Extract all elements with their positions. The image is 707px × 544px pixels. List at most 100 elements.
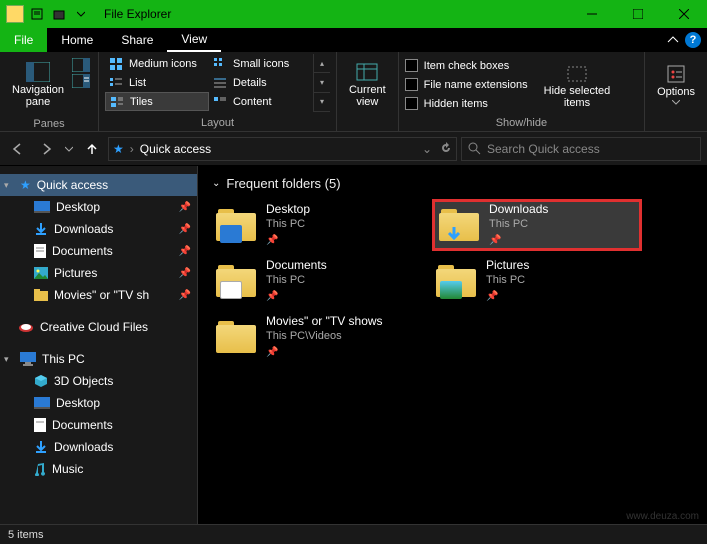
pictures-icon bbox=[34, 267, 48, 279]
check-item-check-boxes[interactable]: Item check boxes bbox=[405, 56, 528, 75]
qat-properties-icon[interactable] bbox=[26, 3, 48, 25]
small-icons-icon bbox=[213, 57, 227, 71]
chevron-right-icon: › bbox=[130, 142, 134, 156]
folder-icon bbox=[216, 319, 258, 355]
sidebar-item-pictures[interactable]: Pictures📌 bbox=[0, 262, 197, 284]
sidebar-item-downloads[interactable]: Downloads📌 bbox=[0, 218, 197, 240]
layout-scroll[interactable]: ▴▾▾ bbox=[313, 54, 330, 112]
sidebar-item-pc-downloads[interactable]: Downloads bbox=[0, 436, 197, 458]
help-button[interactable]: ? bbox=[685, 32, 701, 48]
pin-icon: 📌 bbox=[266, 233, 310, 248]
sidebar-item-this-pc[interactable]: ▾This PC bbox=[0, 348, 197, 370]
sidebar-item-pc-music[interactable]: Music bbox=[0, 458, 197, 480]
sidebar-item-movies[interactable]: Movies" or "TV sh📌 bbox=[0, 284, 197, 306]
tab-home[interactable]: Home bbox=[47, 28, 107, 52]
address-bar[interactable]: ★ › Quick access ⌄ bbox=[108, 137, 457, 161]
folder-tile-pictures[interactable]: PicturesThis PC📌 bbox=[432, 255, 642, 307]
qat-dropdown-icon[interactable] bbox=[70, 3, 92, 25]
folder-tile-desktop[interactable]: DesktopThis PC📌 bbox=[212, 199, 422, 251]
desktop-icon bbox=[34, 397, 50, 409]
window-title: File Explorer bbox=[104, 7, 171, 21]
layout-small-icons[interactable]: Small icons bbox=[209, 54, 313, 73]
options-icon bbox=[665, 64, 687, 84]
checkbox-icon bbox=[405, 78, 418, 91]
list-icon bbox=[109, 76, 123, 90]
layout-details[interactable]: Details bbox=[209, 73, 313, 92]
minimize-button[interactable] bbox=[569, 0, 615, 28]
folder-tile-documents[interactable]: DocumentsThis PC📌 bbox=[212, 255, 422, 307]
tab-share[interactable]: Share bbox=[107, 28, 167, 52]
this-pc-icon bbox=[20, 352, 36, 366]
current-view-button[interactable]: Current view bbox=[343, 54, 392, 115]
tab-file[interactable]: File bbox=[0, 28, 47, 52]
content-area: ⌄ Frequent folders (5) DesktopThis PC📌 D… bbox=[198, 166, 707, 524]
ribbon-tabs: File Home Share View ? bbox=[0, 28, 707, 52]
chevron-down-icon: ▾ bbox=[4, 354, 14, 365]
3d-objects-icon bbox=[34, 374, 48, 388]
downloads-icon bbox=[34, 440, 48, 454]
forward-button[interactable] bbox=[34, 137, 58, 161]
watermark: www.deuza.com bbox=[626, 511, 699, 522]
sidebar-item-3d-objects[interactable]: 3D Objects bbox=[0, 370, 197, 392]
sidebar-item-documents[interactable]: Documents📌 bbox=[0, 240, 197, 262]
collapse-ribbon-icon[interactable] bbox=[667, 34, 679, 46]
pin-icon: 📌 bbox=[179, 202, 191, 213]
nav-bar: ★ › Quick access ⌄ Search Quick access bbox=[0, 132, 707, 166]
layout-list[interactable]: List bbox=[105, 73, 209, 92]
layout-medium-icons[interactable]: Medium icons bbox=[105, 54, 209, 73]
checkbox-icon bbox=[405, 59, 418, 72]
pin-icon: 📌 bbox=[266, 345, 383, 360]
close-button[interactable] bbox=[661, 0, 707, 28]
ribbon: Navigation pane Panes Medium icons List … bbox=[0, 52, 707, 132]
sidebar-item-creative-cloud[interactable]: Creative Cloud Files bbox=[0, 316, 197, 338]
navigation-pane-button[interactable]: Navigation pane bbox=[6, 54, 70, 116]
app-icon[interactable] bbox=[4, 3, 26, 25]
maximize-button[interactable] bbox=[615, 0, 661, 28]
documents-icon bbox=[34, 418, 46, 432]
content-icon bbox=[213, 95, 227, 109]
tiles-icon bbox=[110, 95, 124, 109]
details-pane-button[interactable] bbox=[72, 74, 90, 88]
hide-icon bbox=[566, 65, 588, 83]
check-file-name-extensions[interactable]: File name extensions bbox=[405, 75, 528, 94]
status-item-count: 5 items bbox=[8, 529, 43, 541]
recent-dropdown[interactable] bbox=[62, 137, 76, 161]
folder-icon bbox=[436, 263, 478, 299]
layout-content[interactable]: Content bbox=[209, 92, 313, 111]
sidebar-item-quick-access[interactable]: ▾★Quick access bbox=[0, 174, 197, 196]
sidebar-item-pc-desktop[interactable]: Desktop bbox=[0, 392, 197, 414]
ribbon-group-showhide: Item check boxes File name extensions Hi… bbox=[399, 52, 645, 131]
layout-tiles[interactable]: Tiles bbox=[105, 92, 209, 111]
chevron-down-icon bbox=[672, 100, 680, 105]
folder-tile-downloads[interactable]: DownloadsThis PC📌 bbox=[432, 199, 642, 251]
chevron-down-icon: ▾ bbox=[4, 180, 14, 191]
pin-icon: 📌 bbox=[179, 290, 191, 301]
search-box[interactable]: Search Quick access bbox=[461, 137, 701, 161]
folder-tile-movies[interactable]: Movies" or "TV showsThis PC\Videos📌 bbox=[212, 311, 422, 363]
documents-icon bbox=[34, 244, 46, 258]
search-icon bbox=[468, 142, 481, 155]
sidebar-item-desktop[interactable]: Desktop📌 bbox=[0, 196, 197, 218]
qat-newfolder-icon[interactable] bbox=[48, 3, 70, 25]
downloads-overlay-icon bbox=[443, 225, 465, 243]
title-bar: File Explorer bbox=[0, 0, 707, 28]
medium-icons-icon bbox=[109, 57, 123, 71]
details-icon bbox=[213, 76, 227, 90]
refresh-icon[interactable] bbox=[440, 142, 452, 156]
up-button[interactable] bbox=[80, 137, 104, 161]
ribbon-group-options: Options bbox=[645, 52, 707, 131]
group-header[interactable]: ⌄ Frequent folders (5) bbox=[212, 176, 693, 191]
hide-selected-button[interactable]: Hide selected items bbox=[538, 56, 617, 118]
tab-view[interactable]: View bbox=[167, 28, 221, 52]
sidebar-item-pc-documents[interactable]: Documents bbox=[0, 414, 197, 436]
folder-icon bbox=[216, 263, 258, 299]
downloads-icon bbox=[34, 222, 48, 236]
pin-icon: 📌 bbox=[179, 224, 191, 235]
preview-pane-button[interactable] bbox=[72, 58, 90, 72]
back-button[interactable] bbox=[6, 137, 30, 161]
address-dropdown-icon[interactable]: ⌄ bbox=[422, 142, 432, 156]
ribbon-group-panes: Navigation pane Panes bbox=[0, 52, 99, 131]
check-hidden-items[interactable]: Hidden items bbox=[405, 94, 528, 113]
creative-cloud-icon bbox=[18, 321, 34, 333]
options-button[interactable]: Options bbox=[651, 54, 701, 115]
